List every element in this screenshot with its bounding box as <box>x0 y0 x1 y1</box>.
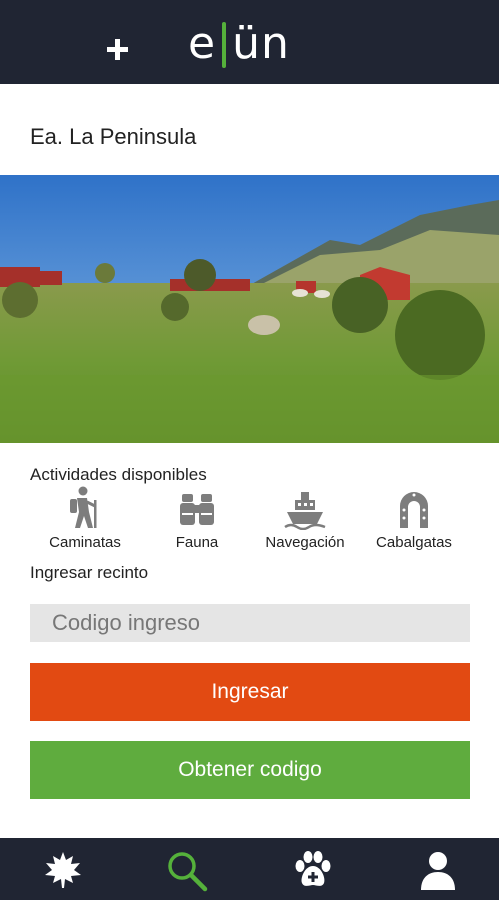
binoculars-icon <box>180 494 214 525</box>
bottom-nav <box>0 838 499 900</box>
activity-caminatas[interactable]: Caminatas <box>35 486 135 551</box>
activity-label: Fauna <box>175 534 219 551</box>
logo-text-left: e <box>188 18 217 69</box>
activity-label: Navegación <box>265 534 345 551</box>
activity-label: Cabalgatas <box>376 534 452 551</box>
nav-profile[interactable] <box>418 850 458 890</box>
logo-mark <box>222 22 227 68</box>
hiker-icon <box>70 486 97 528</box>
search-icon <box>168 852 208 892</box>
horseshoe-icon <box>400 492 428 528</box>
app-logo: e ün <box>188 14 290 74</box>
activity-cabalgatas[interactable]: Cabalgatas <box>364 486 464 551</box>
user-icon <box>421 852 455 890</box>
activities-list: Caminatas Fauna Navegación Cabalgatas <box>30 486 470 556</box>
leaf-icon <box>45 852 81 888</box>
landscape-photo <box>0 175 499 443</box>
enter-button[interactable]: Ingresar <box>30 663 470 721</box>
ship-icon <box>284 492 326 530</box>
logo-text-right: ün <box>232 18 290 69</box>
app-header: e ün <box>0 0 499 84</box>
activity-fauna[interactable]: Fauna <box>147 486 247 551</box>
nav-fauna[interactable] <box>292 850 332 890</box>
get-code-button[interactable]: Obtener codigo <box>30 741 470 799</box>
activities-heading: Actividades disponibles <box>30 465 207 484</box>
activity-navegacion[interactable]: Navegación <box>255 486 355 551</box>
paw-icon <box>295 851 331 886</box>
access-code-input[interactable] <box>30 604 470 642</box>
plus-icon[interactable] <box>104 36 132 64</box>
nav-leaf[interactable] <box>43 850 83 890</box>
activity-label: Caminatas <box>49 534 121 551</box>
enter-heading: Ingresar recinto <box>30 563 149 582</box>
place-title: Ea. La Peninsula <box>30 124 197 149</box>
nav-search[interactable] <box>166 850 208 892</box>
